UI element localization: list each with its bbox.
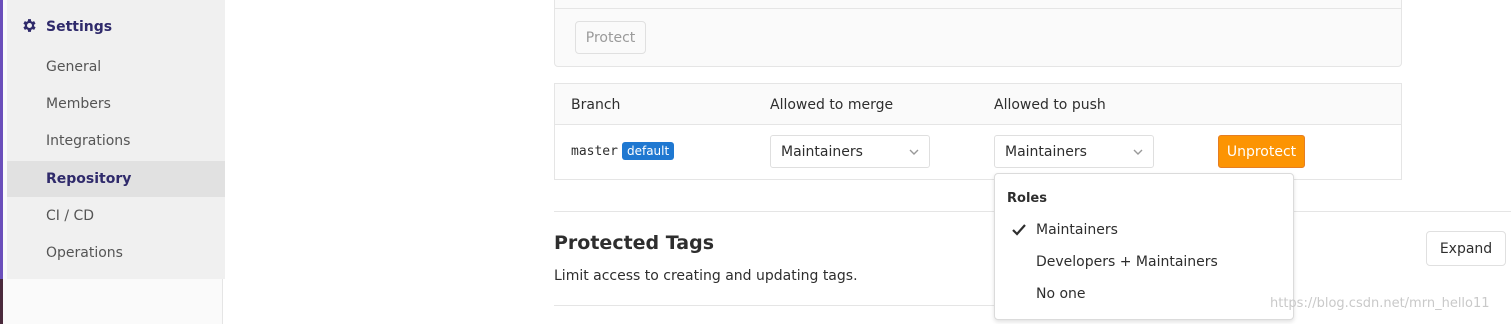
- sidebar: Settings General Members Integrations Re…: [3, 0, 225, 324]
- column-header-allowed-to-push: Allowed to push: [994, 96, 1106, 113]
- dropdown-option-label: Developers + Maintainers: [1036, 254, 1218, 270]
- branch-name[interactable]: master: [571, 144, 618, 159]
- watermark-text: https://blog.csdn.net/mrn_hello11: [1270, 296, 1490, 311]
- dropdown-option-developers-maintainers[interactable]: Developers + Maintainers: [995, 246, 1293, 278]
- protected-branches-table: Branch Allowed to merge Allowed to push …: [554, 83, 1402, 180]
- section-divider-bottom: [554, 305, 994, 306]
- allowed-to-merge-value: Maintainers: [781, 143, 863, 160]
- sidebar-item-members[interactable]: Members: [46, 86, 111, 122]
- protected-tags-description: Limit access to creating and updating ta…: [554, 268, 858, 284]
- table-row: master default: [571, 142, 675, 160]
- sidebar-item-integrations[interactable]: Integrations: [46, 123, 130, 159]
- sidebar-section-title: Settings: [46, 19, 113, 35]
- table-header: Branch Allowed to merge Allowed to push: [555, 84, 1401, 125]
- page: Settings General Members Integrations Re…: [0, 0, 1511, 324]
- gear-icon: [21, 17, 38, 38]
- protect-branch-form: Protect: [554, 0, 1402, 67]
- chevron-down-icon: [909, 149, 919, 155]
- allowed-to-merge-select[interactable]: Maintainers: [770, 135, 930, 168]
- sidebar-item-general[interactable]: General: [46, 49, 101, 85]
- dropdown-option-label: No one: [1036, 286, 1086, 302]
- column-header-allowed-to-merge: Allowed to merge: [770, 96, 894, 113]
- sidebar-item-ci-cd[interactable]: CI / CD: [46, 198, 94, 234]
- unprotect-button[interactable]: Unprotect: [1218, 135, 1305, 168]
- allowed-to-push-select[interactable]: Maintainers: [994, 135, 1154, 168]
- sidebar-item-operations[interactable]: Operations: [46, 235, 123, 271]
- sidebar-item-settings[interactable]: Settings: [21, 14, 112, 40]
- allowed-to-push-dropdown: Roles Maintainers Developers + Maintaine…: [994, 173, 1294, 320]
- protect-button[interactable]: Protect: [575, 21, 646, 54]
- dropdown-option-maintainers[interactable]: Maintainers: [995, 214, 1293, 246]
- dropdown-option-label: Maintainers: [1036, 222, 1118, 238]
- allowed-to-push-value: Maintainers: [1005, 143, 1087, 160]
- default-badge: default: [621, 142, 675, 160]
- protected-tags-title: Protected Tags: [554, 232, 715, 254]
- form-divider: [555, 8, 1401, 9]
- check-icon: [1012, 224, 1026, 236]
- chevron-down-icon: [1133, 149, 1143, 155]
- column-header-branch: Branch: [571, 96, 621, 113]
- dropdown-option-no-one[interactable]: No one: [995, 278, 1293, 310]
- expand-button[interactable]: Expand: [1426, 231, 1506, 266]
- sidebar-item-repository[interactable]: Repository: [46, 161, 131, 197]
- dropdown-header: Roles: [1007, 191, 1047, 206]
